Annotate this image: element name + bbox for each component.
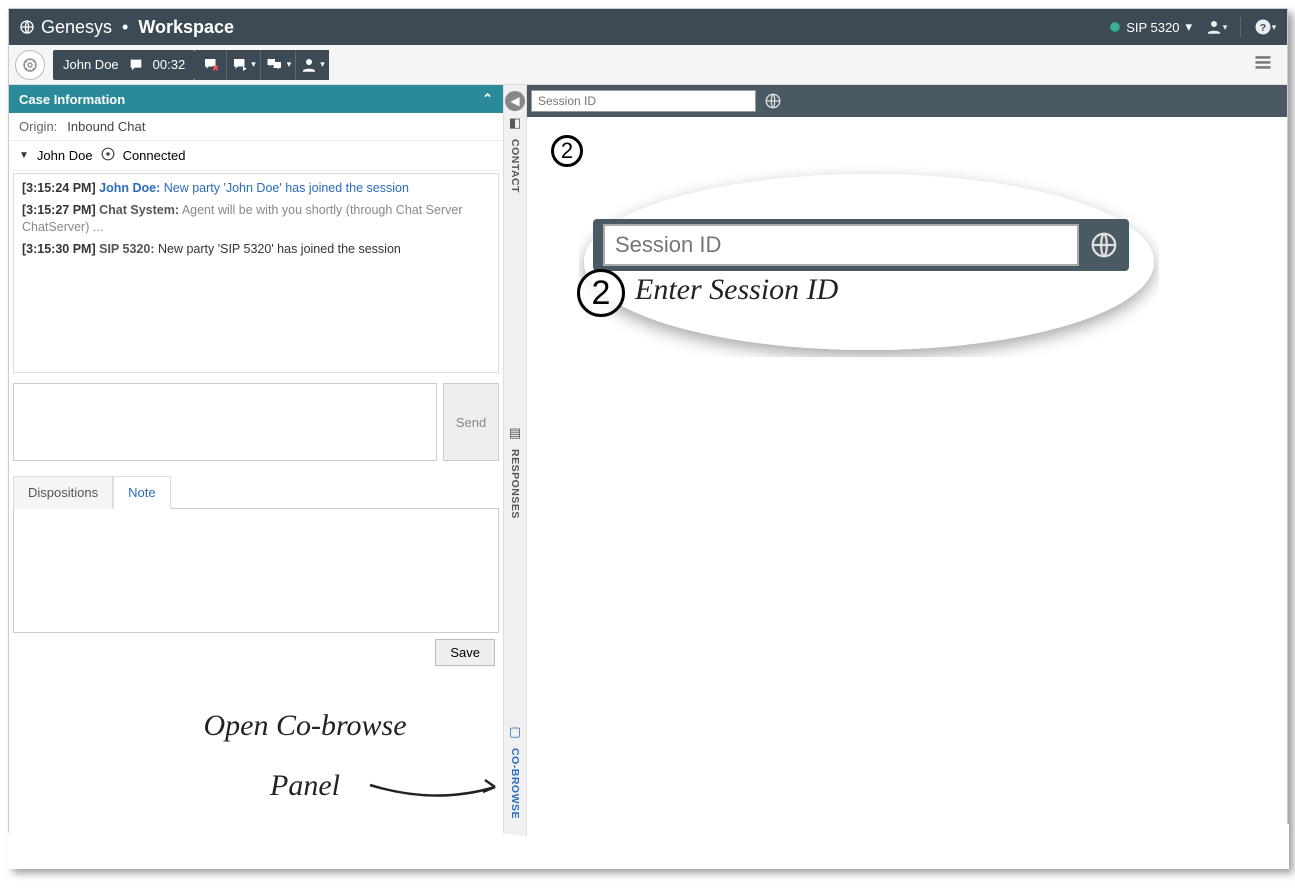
send-button[interactable]: Send xyxy=(443,383,499,461)
connected-icon xyxy=(101,147,115,164)
responses-icon: ▤ xyxy=(509,425,521,441)
collapse-icon: ⌃ xyxy=(482,91,493,107)
session-bar xyxy=(527,85,1287,117)
party-button[interactable]: ▾ xyxy=(296,50,329,80)
tab-dispositions[interactable]: Dispositions xyxy=(13,476,113,509)
timer: 00:32 xyxy=(153,57,186,72)
status-indicator-icon xyxy=(1110,22,1120,32)
chat-transcript[interactable]: [3:15:24 PM] John Doe: New party 'John D… xyxy=(13,173,499,373)
tab-note[interactable]: Note xyxy=(113,476,170,509)
svg-text:?: ? xyxy=(1260,22,1266,34)
chat-message: [3:15:24 PM] John Doe: New party 'John D… xyxy=(22,180,490,198)
interaction-toolbar: John Doe 00:32 ▾ ▾ ▾ xyxy=(9,45,1287,85)
left-panel: Case Information ⌃ Origin: Inbound Chat … xyxy=(9,85,503,867)
agent-status-dropdown[interactable]: SIP 5320 ▾ xyxy=(1110,19,1192,35)
participant-name: John Doe xyxy=(37,148,93,163)
chevron-down-icon: ▾ xyxy=(1185,19,1192,35)
genesys-icon xyxy=(19,19,35,35)
rail-tab-responses[interactable]: RESPONSES xyxy=(509,445,521,523)
session-id-input[interactable] xyxy=(531,90,756,112)
interaction-pill[interactable]: John Doe 00:32 xyxy=(53,50,195,80)
message-input[interactable] xyxy=(13,383,437,461)
interaction-type-button[interactable] xyxy=(15,50,45,80)
rail-tab-cobrowse[interactable]: CO-BROWSE xyxy=(509,744,521,823)
end-chat-button[interactable] xyxy=(195,50,227,80)
chevron-down-icon: ▼ xyxy=(19,150,29,161)
help-button[interactable]: ? ▾ xyxy=(1253,15,1277,39)
transfer-chat-button[interactable]: ▾ xyxy=(227,50,261,80)
participant-row[interactable]: ▼ John Doe Connected xyxy=(9,141,503,171)
consult-button[interactable]: ▾ xyxy=(261,50,297,80)
chat-message: [3:15:27 PM] Chat System: Agent will be … xyxy=(22,202,490,237)
case-info-header[interactable]: Case Information ⌃ xyxy=(9,85,503,113)
brand-logo: Genesys • Workspace xyxy=(19,17,234,38)
cobrowse-icon: ▢ xyxy=(509,724,521,740)
collapse-rail-button[interactable]: ◀ xyxy=(505,91,525,111)
agent-name: SIP 5320 xyxy=(1126,20,1179,35)
app-header: Genesys • Workspace SIP 5320 ▾ ▾ ? ▾ xyxy=(9,9,1287,45)
origin-label: Origin: xyxy=(19,119,57,134)
rail-tab-contact[interactable]: CONTACT xyxy=(509,135,521,197)
side-rail: ◀ ◧ CONTACT ▤ RESPONSES ▢ CO-BROWSE xyxy=(503,85,527,867)
note-textarea[interactable] xyxy=(13,509,499,633)
participant-status: Connected xyxy=(123,148,186,163)
menu-button[interactable] xyxy=(1253,52,1273,77)
chat-message: [3:15:30 PM] SIP 5320: New party 'SIP 53… xyxy=(22,241,490,259)
chat-icon xyxy=(127,56,145,74)
annotation-badge: 2 xyxy=(551,135,583,167)
brand-name: Genesys xyxy=(41,17,112,38)
contact-icon: ◧ xyxy=(509,115,521,131)
origin-value: Inbound Chat xyxy=(67,119,145,134)
right-panel xyxy=(527,85,1287,867)
tab-row: Dispositions Note xyxy=(13,475,499,509)
agent-avatar-button[interactable]: ▾ xyxy=(1204,15,1228,39)
contact-name: John Doe xyxy=(63,57,119,72)
save-button[interactable]: Save xyxy=(435,639,495,666)
start-cobrowse-button[interactable] xyxy=(762,90,784,112)
product-name: Workspace xyxy=(138,17,234,38)
case-info-body: Origin: Inbound Chat xyxy=(9,113,503,141)
